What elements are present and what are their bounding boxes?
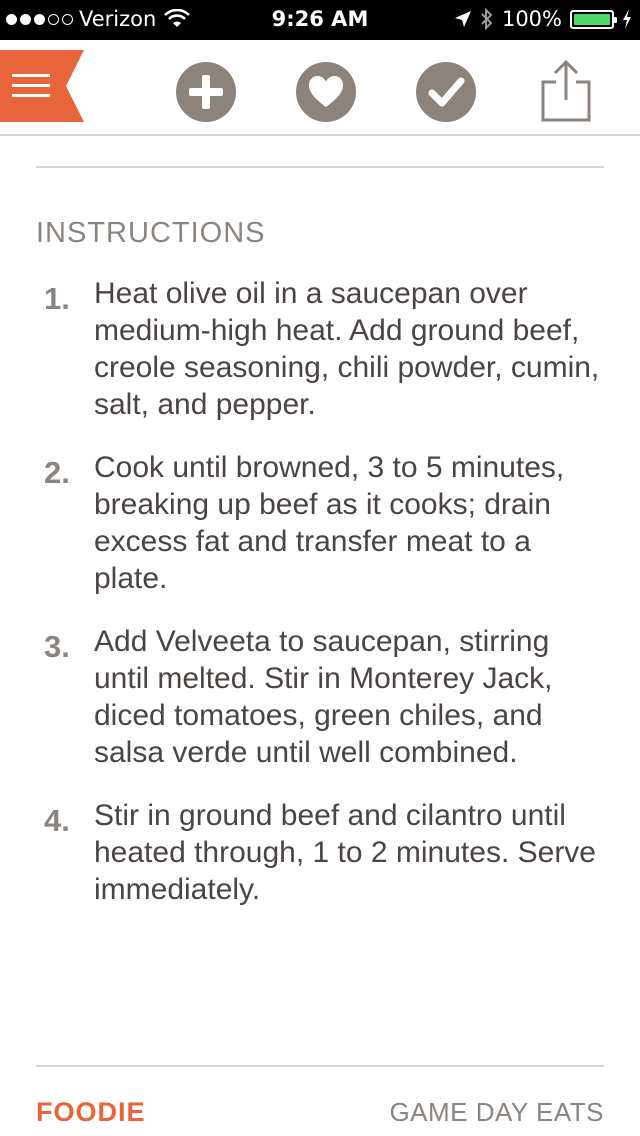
bluetooth-icon bbox=[481, 8, 493, 30]
battery-icon bbox=[570, 9, 617, 29]
status-right: 100% bbox=[454, 7, 632, 31]
menu-button[interactable] bbox=[0, 50, 84, 122]
instruction-list: 1. Heat olive oil in a saucepan over med… bbox=[36, 275, 604, 934]
step-text: Add Velveeta to saucepan, stirring until… bbox=[94, 625, 553, 769]
bottom-divider bbox=[36, 1065, 604, 1067]
list-item: 1. Heat olive oil in a saucepan over med… bbox=[36, 275, 604, 423]
mark-done-button[interactable] bbox=[416, 62, 476, 122]
list-item: 3. Add Velveeta to saucepan, stirring un… bbox=[36, 623, 604, 771]
check-icon bbox=[428, 77, 465, 107]
favorite-button[interactable] bbox=[296, 62, 356, 122]
step-text: Heat olive oil in a saucepan over medium… bbox=[94, 277, 600, 421]
plus-icon bbox=[189, 75, 223, 109]
step-number: 2. bbox=[44, 455, 70, 490]
heart-icon bbox=[309, 76, 343, 107]
toolbar bbox=[0, 40, 640, 136]
step-text: Stir in ground beef and cilantro until h… bbox=[94, 799, 596, 906]
status-bar: Verizon 9:26 AM 100% bbox=[0, 0, 640, 40]
brand-logo[interactable]: FOODIE bbox=[36, 1097, 146, 1128]
list-item: 4. Stir in ground beef and cilantro unti… bbox=[36, 797, 604, 908]
charging-bolt-icon bbox=[623, 9, 631, 29]
collection-name[interactable]: GAME DAY EATS bbox=[389, 1097, 604, 1128]
step-number: 4. bbox=[44, 803, 70, 838]
step-number: 3. bbox=[44, 629, 70, 664]
section-title: INSTRUCTIONS bbox=[36, 217, 266, 249]
step-text: Cook until browned, 3 to 5 minutes, brea… bbox=[94, 451, 565, 595]
share-button[interactable] bbox=[538, 58, 594, 124]
top-divider bbox=[36, 166, 604, 168]
step-number: 1. bbox=[44, 281, 70, 316]
add-button[interactable] bbox=[176, 62, 236, 122]
list-item: 2. Cook until browned, 3 to 5 minutes, b… bbox=[36, 449, 604, 597]
location-arrow-icon bbox=[454, 11, 471, 27]
battery-percent: 100% bbox=[501, 7, 562, 31]
share-icon bbox=[541, 59, 591, 122]
